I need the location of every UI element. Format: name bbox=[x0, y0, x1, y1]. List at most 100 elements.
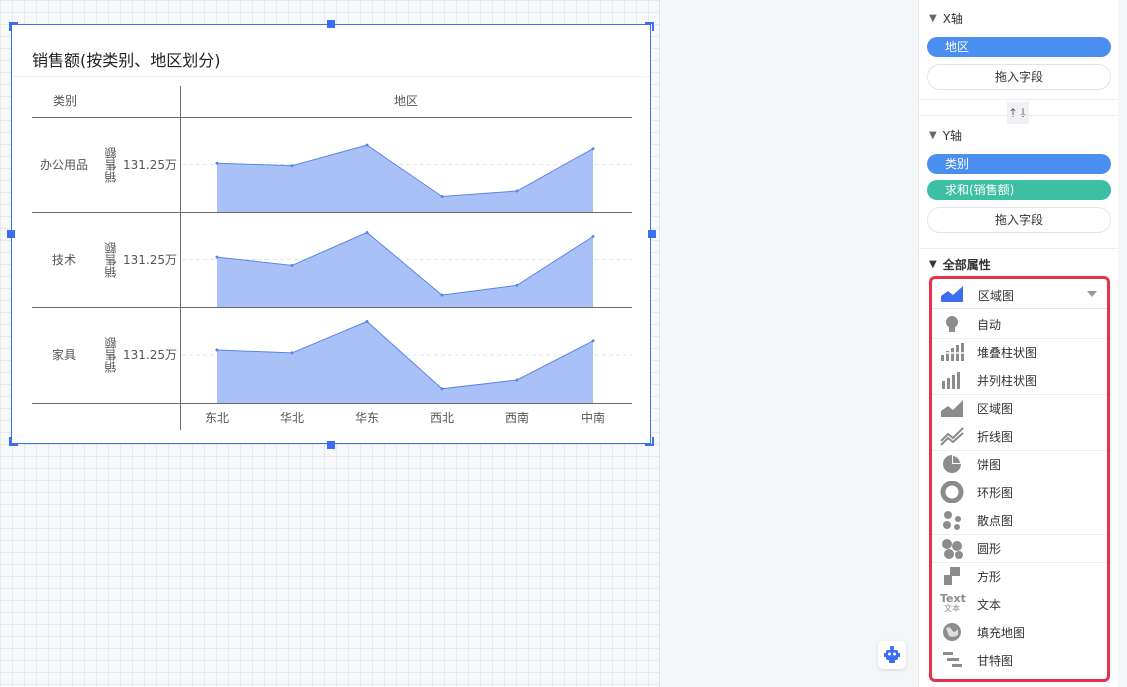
robot-icon bbox=[884, 646, 900, 663]
y-axis-measure-pill[interactable]: 求和(销售额) bbox=[927, 180, 1111, 200]
text-icon: Text 文本 bbox=[940, 592, 966, 615]
bulb-icon bbox=[946, 316, 958, 332]
chart-type-circle[interactable]: 圆形 bbox=[932, 534, 1107, 562]
data-point[interactable] bbox=[215, 161, 219, 165]
line-chart-icon bbox=[940, 427, 964, 446]
chevron-down-icon: ▼ bbox=[929, 130, 937, 141]
data-point[interactable] bbox=[290, 263, 294, 267]
resize-handle-right[interactable] bbox=[648, 230, 656, 238]
all-properties-header[interactable]: ▼ 全部属性 bbox=[929, 256, 991, 273]
chart-type-auto[interactable]: 自动 bbox=[932, 310, 1107, 338]
data-point[interactable] bbox=[515, 283, 519, 287]
gantt-icon bbox=[943, 652, 962, 667]
chart-card[interactable]: 销售额(按类别、地区划分) 类别 地区 办公用品 技术 家具 销售额 销售额 销… bbox=[11, 24, 651, 444]
x-axis-field-pill[interactable]: 地区 bbox=[927, 37, 1111, 57]
area-plot[interactable]: 东北 华北 华东 西北 西南 中南 bbox=[12, 25, 652, 445]
chart-type-label: 区域图 bbox=[977, 401, 1014, 416]
section-divider bbox=[919, 99, 1119, 100]
x-tick-label: 西北 bbox=[430, 411, 454, 425]
resize-handle-top[interactable] bbox=[327, 20, 335, 28]
y-axis-drop-zone[interactable]: 拖入字段 bbox=[927, 207, 1111, 233]
chart-type-pie[interactable]: 饼图 bbox=[932, 450, 1107, 478]
chart-type-label: 堆叠柱状图 bbox=[977, 345, 1038, 360]
chart-type-label: 填充地图 bbox=[977, 625, 1026, 640]
chart-type-label: 自动 bbox=[977, 317, 1002, 332]
chart-type-donut[interactable]: 环形图 bbox=[932, 478, 1107, 506]
data-point[interactable] bbox=[365, 320, 369, 323]
square-icon bbox=[944, 567, 960, 585]
data-point[interactable] bbox=[440, 195, 444, 198]
data-point[interactable] bbox=[591, 339, 595, 343]
assistant-robot-button[interactable] bbox=[878, 641, 906, 669]
resize-handle-bottom-right[interactable] bbox=[645, 437, 654, 446]
area-series[interactable] bbox=[217, 232, 593, 308]
chart-type-label: 折线图 bbox=[977, 429, 1014, 444]
text-icon-label: Text bbox=[940, 592, 966, 605]
area-series[interactable] bbox=[217, 321, 593, 404]
chevron-down-icon: ▼ bbox=[929, 13, 937, 24]
y-axis-section-header[interactable]: ▼ Y轴 bbox=[929, 127, 962, 144]
chart-type-gantt[interactable]: 甘特图 bbox=[932, 646, 1107, 674]
area-chart-icon bbox=[941, 286, 963, 302]
data-point[interactable] bbox=[440, 293, 444, 297]
resize-handle-bottom[interactable] bbox=[327, 441, 335, 449]
chart-type-label: 饼图 bbox=[977, 457, 1002, 472]
chart-type-area[interactable]: 区域图 bbox=[932, 394, 1107, 422]
chart-type-line[interactable]: 折线图 bbox=[932, 422, 1107, 450]
x-tick-label: 华北 bbox=[280, 411, 304, 425]
scatter-icon bbox=[943, 511, 961, 530]
chart-type-grouped-bar[interactable]: 并列柱状图 bbox=[932, 366, 1107, 394]
canvas[interactable]: 销售额(按类别、地区划分) 类别 地区 办公用品 技术 家具 销售额 销售额 销… bbox=[0, 0, 660, 687]
chart-type-label: 甘特图 bbox=[977, 653, 1014, 668]
x-tick-label: 西南 bbox=[505, 410, 529, 425]
area-series[interactable] bbox=[217, 145, 593, 212]
data-point[interactable] bbox=[591, 147, 595, 151]
resize-handle-bottom-left[interactable] bbox=[9, 437, 18, 446]
chart-type-label: 并列柱状图 bbox=[977, 373, 1038, 388]
caret-down-icon bbox=[1087, 291, 1097, 297]
data-point[interactable] bbox=[215, 255, 219, 259]
donut-chart-icon bbox=[940, 481, 964, 503]
data-point[interactable] bbox=[365, 143, 369, 147]
chart-type-list: 区域图 自动 堆叠柱状图 并列柱状图 区域图 折线图 饼图 环形图 散点图 圆形 方形 Text 文本… bbox=[929, 276, 1110, 682]
filled-map-icon bbox=[943, 623, 961, 641]
stacked-bar-icon bbox=[940, 343, 964, 361]
data-point[interactable] bbox=[290, 351, 294, 355]
x-tick-label: 华东 bbox=[355, 411, 379, 425]
resize-handle-left[interactable] bbox=[7, 230, 15, 238]
chart-type-filled-map[interactable]: 填充地图 bbox=[932, 618, 1107, 646]
chart-type-stacked-bar[interactable]: 堆叠柱状图 bbox=[932, 338, 1107, 366]
chart-type-label: 文本 bbox=[977, 597, 1002, 612]
data-point[interactable] bbox=[440, 387, 444, 391]
data-point[interactable] bbox=[290, 164, 294, 168]
chart-type-square[interactable]: 方形 bbox=[932, 562, 1107, 590]
resize-handle-top-left[interactable] bbox=[9, 22, 18, 31]
data-point[interactable] bbox=[515, 189, 519, 193]
chevron-down-icon: ▼ bbox=[929, 259, 937, 270]
x-axis-drop-zone[interactable]: 拖入字段 bbox=[927, 64, 1111, 90]
pie-chart-icon bbox=[943, 455, 961, 473]
data-point[interactable] bbox=[215, 348, 219, 352]
area-chart-icon bbox=[941, 400, 963, 417]
data-point[interactable] bbox=[365, 231, 369, 234]
chart-type-scatter[interactable]: 散点图 bbox=[932, 506, 1107, 534]
chart-type-label: 方形 bbox=[977, 569, 1002, 584]
chart-type-label: 圆形 bbox=[977, 541, 1002, 556]
chart-type-select[interactable]: 区域图 bbox=[932, 279, 1107, 309]
section-divider bbox=[919, 115, 1119, 116]
data-point[interactable] bbox=[591, 235, 595, 238]
y-axis-field-pill[interactable]: 类别 bbox=[927, 154, 1111, 174]
x-tick-label: 中南 bbox=[581, 410, 605, 425]
resize-handle-top-right[interactable] bbox=[645, 22, 654, 31]
x-tick-label: 东北 bbox=[205, 411, 229, 425]
chart-type-text[interactable]: Text 文本 文本 bbox=[932, 590, 1107, 618]
data-point[interactable] bbox=[515, 378, 519, 382]
chart-type-selected: 区域图 bbox=[978, 289, 1015, 303]
x-axis-section-header[interactable]: ▼ X轴 bbox=[929, 10, 963, 27]
workspace-gutter bbox=[661, 0, 917, 687]
text-icon-sub: 文本 bbox=[944, 604, 960, 613]
section-divider bbox=[919, 248, 1119, 249]
swap-axes-button[interactable]: ↑↓ bbox=[1007, 102, 1029, 124]
chart-type-label: 环形图 bbox=[977, 485, 1014, 500]
grouped-bar-icon bbox=[942, 372, 960, 389]
